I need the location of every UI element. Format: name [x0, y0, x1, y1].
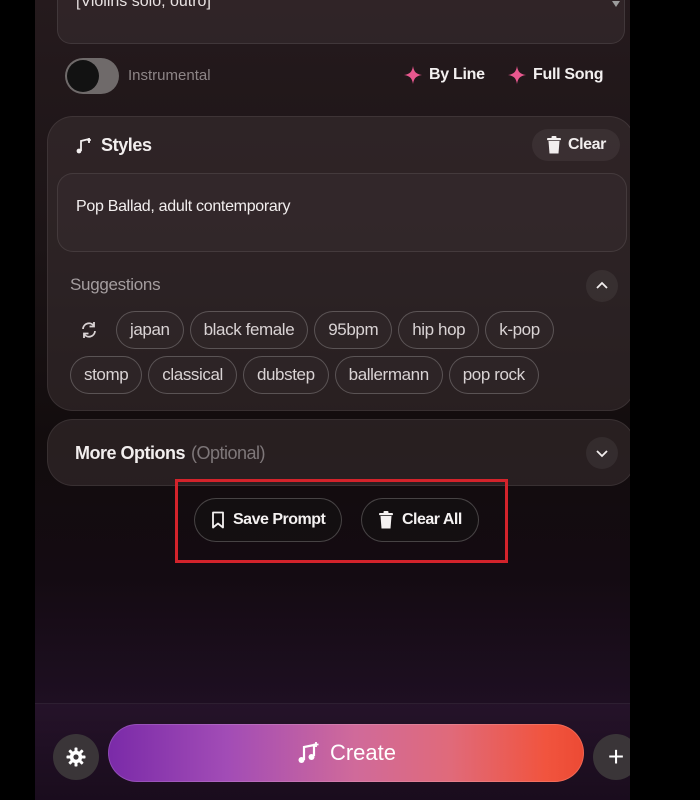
music-note-icon: [298, 742, 319, 763]
lyrics-text: [Violins solo, outro]: [76, 0, 211, 10]
instrumental-toggle[interactable]: [65, 58, 119, 94]
styles-clear-button[interactable]: Clear: [531, 129, 620, 161]
bottom-bar: Create +: [35, 703, 630, 800]
styles-value: Pop Ballad, adult contemporary: [76, 198, 291, 215]
settings-button[interactable]: [53, 734, 99, 780]
more-options-card[interactable]: More Options (Optional): [47, 419, 630, 486]
clear-label: Clear: [567, 136, 606, 153]
suggestion-chip[interactable]: 95bpm: [314, 311, 393, 349]
chevron-down-icon: [596, 450, 608, 458]
app-frame: [Violins solo, outro] Instrumental By Li…: [35, 0, 630, 800]
styles-input[interactable]: Pop Ballad, adult contemporary: [57, 173, 627, 252]
suggestion-chip[interactable]: ballermann: [334, 356, 443, 394]
full-song-label: Full Song: [533, 66, 604, 83]
suggestion-chip[interactable]: classical: [148, 356, 237, 394]
more-options-label: More Options: [75, 443, 186, 463]
suggestion-chip[interactable]: pop rock: [448, 356, 539, 394]
scroll-down-arrow-icon[interactable]: [612, 1, 620, 7]
suggestion-chips: japan black female 95bpm hip hop k-pop stomp…: [70, 311, 630, 401]
styles-title: Styles: [101, 135, 152, 155]
refresh-icon: [82, 322, 96, 338]
chevron-up-icon: [596, 281, 608, 289]
suggestions-label: Suggestions: [70, 275, 161, 294]
lyrics-textarea[interactable]: [Violins solo, outro]: [57, 0, 625, 44]
gear-icon: [66, 747, 86, 767]
expand-more-options-button[interactable]: [586, 437, 618, 469]
toggle-knob: [67, 60, 99, 92]
music-note-icon: [76, 137, 91, 153]
by-line-button[interactable]: By Line: [403, 65, 485, 85]
plus-icon: +: [607, 741, 625, 772]
suggestion-chip[interactable]: black female: [189, 311, 309, 349]
suggestion-chip[interactable]: japan: [116, 311, 184, 349]
suggestion-row: stomp classical dubstep ballermann pop rock: [70, 356, 630, 394]
suggestion-chip[interactable]: k-pop: [485, 311, 554, 349]
suggestion-row: japan black female 95bpm hip hop k-pop: [70, 311, 630, 349]
by-line-label: By Line: [429, 66, 485, 83]
create-button[interactable]: Create: [108, 724, 584, 782]
instrumental-label: Instrumental: [128, 67, 211, 84]
styles-header: Styles: [75, 135, 152, 156]
optional-label: (Optional): [191, 443, 266, 463]
collapse-suggestions-button[interactable]: [586, 270, 618, 302]
refresh-suggestions-button[interactable]: [70, 311, 108, 349]
styles-card: Styles Clear Pop Ballad, adult contempor…: [47, 116, 630, 411]
suggestion-chip[interactable]: dubstep: [242, 356, 329, 394]
add-button[interactable]: +: [593, 734, 630, 780]
suggestion-chip[interactable]: stomp: [70, 356, 143, 394]
sparkle-icon: [508, 66, 526, 84]
trash-icon: [546, 136, 561, 154]
suggestion-chip[interactable]: hip hop: [398, 311, 480, 349]
full-song-button[interactable]: Full Song: [507, 65, 603, 85]
create-label: Create: [329, 740, 397, 765]
sparkle-icon: [404, 66, 422, 84]
more-options-title: More Options (Optional): [75, 443, 266, 464]
highlight-box: [175, 479, 508, 563]
lyrics-scrollbar[interactable]: [612, 0, 620, 35]
